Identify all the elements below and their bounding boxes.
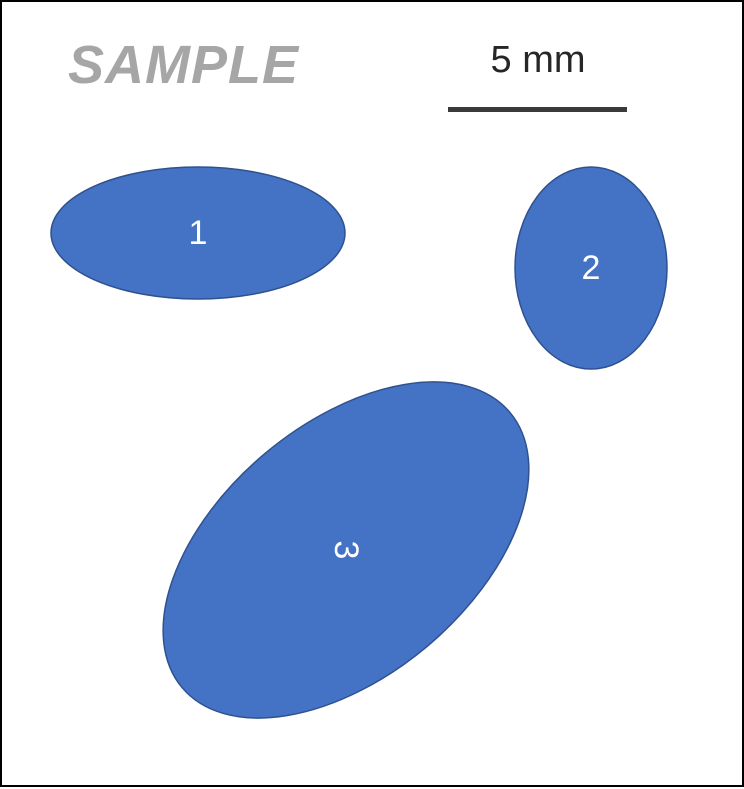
ellipse-3-label: 3	[327, 541, 365, 560]
ellipse-1-label: 1	[189, 214, 208, 252]
ellipse-1: 1	[50, 166, 346, 300]
ellipses-canvas: 1 2 3	[50, 166, 668, 719]
ellipse-2-label: 2	[582, 249, 601, 287]
ellipse-3: 3	[162, 381, 530, 719]
image-frame: SAMPLE 5 mm 1 2 3	[0, 0, 744, 787]
ellipse-2: 2	[514, 166, 668, 370]
